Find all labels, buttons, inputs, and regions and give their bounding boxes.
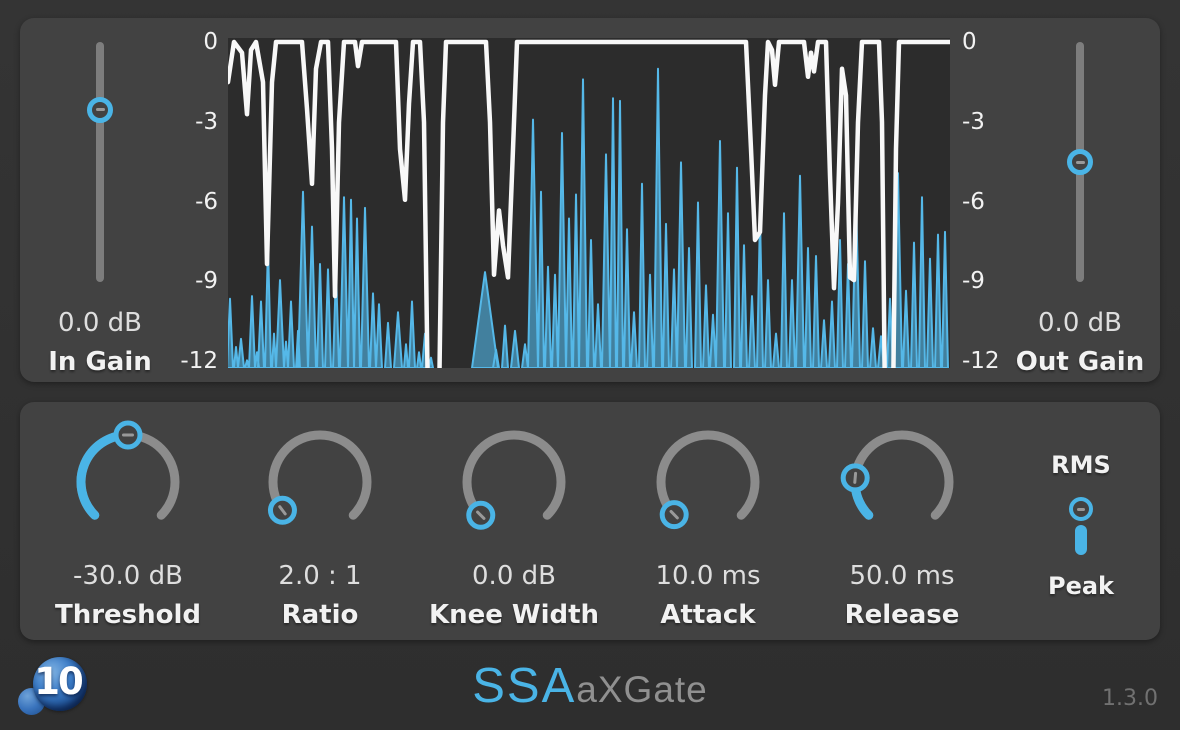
attack-knob[interactable] <box>643 416 773 546</box>
scale-tick-left-6: -6 <box>150 187 218 217</box>
attack-value: 10.0 ms <box>613 561 803 591</box>
knee-width-label: Knee Width <box>419 599 609 631</box>
controls-panel: -30.0 dB Threshold 2.0 : 1 Ratio 0.0 dB … <box>20 402 1160 640</box>
scale-tick-right-3: -3 <box>962 107 1042 137</box>
scale-tick-left-0: 0 <box>150 27 218 57</box>
knee-width-value: 0.0 dB <box>419 561 609 591</box>
out-gain-label: Out Gain <box>1010 346 1150 378</box>
threshold-value: -30.0 dB <box>33 561 223 591</box>
level-meter-display <box>228 38 950 368</box>
in-gain-slider-handle[interactable] <box>87 97 113 123</box>
attack-label: Attack <box>613 599 803 631</box>
out-gain-slider-handle[interactable] <box>1067 149 1093 175</box>
detector-peak-label: Peak <box>1001 571 1161 601</box>
brand-name: SSA <box>472 658 576 714</box>
ratio-knob[interactable] <box>255 416 385 546</box>
scale-tick-right-9: -9 <box>962 266 1042 296</box>
out-gain-value: 0.0 dB <box>1010 308 1150 338</box>
release-label: Release <box>807 599 997 631</box>
plugin-title: SSAaXGate <box>0 658 1180 718</box>
in-gain-slider-track[interactable] <box>96 42 104 282</box>
threshold-knob[interactable] <box>63 416 193 546</box>
in-gain-label: In Gain <box>30 346 170 378</box>
scale-tick-left-9: -9 <box>150 266 218 296</box>
detector-toggle-handle[interactable] <box>1069 497 1093 521</box>
scale-tick-right-0: 0 <box>962 27 1042 57</box>
detector-toggle-track[interactable] <box>1075 525 1087 555</box>
knee-width-knob[interactable] <box>449 416 579 546</box>
ratio-label: Ratio <box>225 599 415 631</box>
scale-tick-right-6: -6 <box>962 187 1042 217</box>
ratio-value: 2.0 : 1 <box>225 561 415 591</box>
release-value: 50.0 ms <box>807 561 997 591</box>
meter-panel: 0.0 dB In Gain 0 -3 -6 -9 -12 0 -3 -6 -9… <box>20 18 1160 382</box>
threshold-label: Threshold <box>33 599 223 631</box>
detector-rms-label: RMS <box>1001 450 1161 480</box>
in-gain-value: 0.0 dB <box>30 308 170 338</box>
product-name: aXGate <box>576 669 707 711</box>
scale-tick-left-3: -3 <box>150 107 218 137</box>
plugin-window: 0.0 dB In Gain 0 -3 -6 -9 -12 0 -3 -6 -9… <box>0 0 1180 730</box>
release-knob[interactable] <box>837 416 967 546</box>
scale-tick-left-12: -12 <box>150 346 218 376</box>
version-label: 1.3.0 <box>1102 684 1158 714</box>
